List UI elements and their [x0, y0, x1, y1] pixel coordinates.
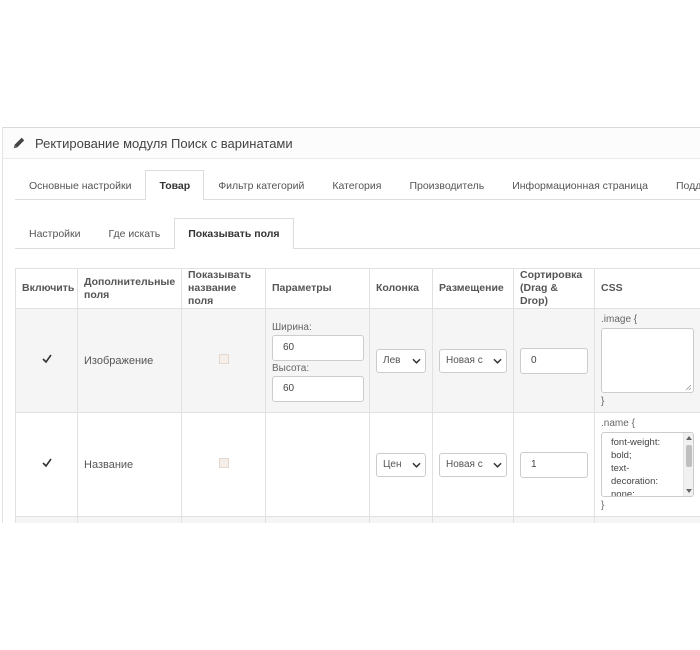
subtab-settings[interactable]: Настройки — [15, 218, 95, 249]
subtab-where-to-search[interactable]: Где искать — [95, 218, 175, 249]
table-row: Название Цен Новая с 1 .name {font-weig… — [15, 412, 700, 517]
fields-table: Включить Дополнительные поля Показывать … — [15, 268, 700, 523]
placement-select-value: Новая с — [446, 355, 483, 366]
chevron-down-icon — [412, 358, 421, 364]
header-column: Колонка — [369, 268, 433, 309]
css-textarea[interactable] — [601, 328, 694, 393]
sort-input[interactable]: 1 — [520, 451, 588, 478]
pencil-icon — [13, 137, 25, 149]
textarea-scrollbar[interactable] — [683, 433, 693, 496]
tab-basic-settings[interactable]: Основные настройки — [15, 170, 145, 200]
panel-heading: Ректирование модуля Поиск с варинатами — [3, 128, 700, 159]
table-row — [15, 516, 700, 523]
field-name: Название — [77, 412, 182, 517]
field-name: Изображение — [77, 308, 182, 413]
column-select[interactable]: Цен — [376, 452, 426, 477]
tab-category-filter[interactable]: Фильтр категорий — [204, 170, 318, 200]
column-select-value: Цен — [383, 459, 402, 470]
tab-support[interactable]: Поддержка — [662, 170, 700, 200]
column-select-value: Лев — [383, 355, 401, 366]
header-params: Параметры — [265, 268, 370, 309]
css-close: } — [601, 500, 605, 511]
css-close: } — [601, 396, 605, 407]
width-input[interactable]: 60 — [272, 334, 364, 361]
tab-information-page[interactable]: Информационная страница — [498, 170, 662, 200]
main-tabs: Основные настройки Товар Фильтр категори… — [15, 170, 700, 200]
show-name-checkbox[interactable] — [218, 354, 229, 364]
header-enable: Включить — [15, 268, 78, 309]
placement-select[interactable]: Новая с — [439, 348, 507, 373]
table-row: Изображение Ширина: 60 Высота: 60 Лев Но… — [15, 308, 700, 413]
header-extra-fields: Дополнительные поля — [77, 268, 182, 309]
enable-checkbox[interactable] — [41, 458, 52, 468]
scroll-down-icon[interactable] — [686, 489, 692, 494]
header-sort: Сортировка (Drag & Drop) — [513, 268, 595, 309]
resize-grip-icon[interactable] — [685, 384, 692, 391]
show-name-checkbox[interactable] — [218, 458, 229, 468]
column-select[interactable]: Лев — [376, 348, 426, 373]
header-placement: Размещение — [432, 268, 514, 309]
subtab-show-fields[interactable]: Показывать поля — [174, 218, 294, 249]
enable-checkbox[interactable] — [41, 354, 52, 364]
scroll-up-icon[interactable] — [686, 435, 692, 440]
tab-manufacturer[interactable]: Производитель — [395, 170, 498, 200]
placement-select-value: Новая с — [446, 459, 483, 470]
placement-select[interactable]: Новая с — [439, 452, 507, 477]
chevron-down-icon — [493, 358, 502, 364]
css-open: .image { — [601, 314, 638, 325]
sort-input[interactable]: 0 — [520, 347, 588, 374]
module-panel: Ректирование модуля Поиск с варинатами О… — [2, 127, 700, 523]
height-label: Высота: — [272, 362, 310, 374]
header-css: CSS — [594, 268, 700, 309]
css-open: .name { — [601, 418, 635, 429]
tab-category[interactable]: Категория — [318, 170, 395, 200]
height-input[interactable]: 60 — [272, 375, 364, 402]
chevron-down-icon — [412, 462, 421, 468]
header-show-name: Показывать название поля — [181, 268, 266, 309]
panel-title: Ректирование модуля Поиск с варинатами — [35, 135, 293, 151]
scroll-thumb[interactable] — [686, 445, 692, 467]
css-textarea[interactable]: font-weight: bold; text- decoration: non… — [601, 432, 694, 497]
width-label: Ширина: — [272, 321, 312, 333]
chevron-down-icon — [493, 462, 502, 468]
sub-tabs: Настройки Где искать Показывать поля — [15, 218, 700, 249]
tab-product[interactable]: Товар — [145, 170, 205, 200]
css-textarea-content: font-weight: bold; text- decoration: non… — [611, 437, 661, 497]
